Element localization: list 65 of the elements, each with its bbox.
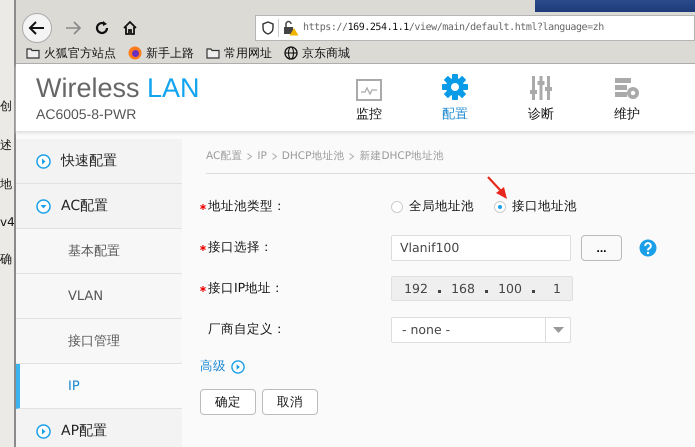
advanced-link[interactable]: 高级 — [200, 358, 245, 375]
chevron-right-icon — [272, 152, 277, 160]
back-arrow-icon — [28, 18, 46, 36]
folder-icon — [26, 47, 40, 59]
server-gear-icon — [614, 76, 640, 100]
sidebar-item[interactable]: 快速配置 — [16, 139, 182, 184]
field-label: 接口IP地址： — [200, 280, 391, 297]
forward-arrow-icon[interactable] — [64, 18, 82, 36]
caret-down-icon — [552, 326, 564, 332]
folder-icon — [206, 47, 220, 59]
window-text-fragment: 创 — [0, 98, 13, 115]
bookmark-item[interactable]: 火狐官方站点 — [26, 44, 116, 62]
form-button[interactable]: 确定 — [200, 389, 256, 415]
annotation-arrow-drawing — [487, 176, 509, 200]
ip-address-field[interactable]: 192 168 100 1 — [391, 276, 573, 301]
sidebar-subitem[interactable]: VLAN — [16, 274, 182, 319]
globe-icon — [284, 46, 298, 60]
radio-label: 接口地址池 — [512, 198, 577, 215]
window-text-fragment: v4 — [0, 215, 14, 229]
help-icon[interactable] — [639, 238, 657, 256]
breadcrumb-item: DHCP地址池 — [282, 149, 344, 163]
window-text-fragment: 确 — [0, 251, 13, 268]
interface-input-field[interactable]: Vlanif100 — [391, 234, 571, 260]
browser-logo-icon — [128, 46, 142, 60]
vendor-dropdown[interactable]: - none - — [391, 316, 571, 342]
sidebar-subitem[interactable]: 接口管理 — [16, 319, 182, 364]
chevron-right-icon — [247, 152, 252, 160]
window-text-fragment: 地 — [0, 176, 13, 193]
bookmark-item[interactable]: 常用网址 — [206, 44, 272, 62]
chevron-right-icon — [349, 152, 354, 160]
brand-logo: Wireless LAN — [36, 73, 201, 104]
sidebar-subitem[interactable]: 基本配置 — [16, 229, 182, 274]
lock-warning-icon — [283, 20, 299, 36]
radio-button[interactable] — [391, 200, 403, 212]
field-label: 地址池类型： — [200, 198, 391, 215]
nav-tab[interactable]: 诊断 — [498, 72, 584, 122]
radio-option[interactable]: 接口地址池 — [494, 198, 577, 215]
breadcrumb-item: AC配置 — [206, 149, 242, 163]
url-text: https://169.254.1.1/view/main/default.html?language=zh — [303, 22, 604, 33]
device-model: AC6005-8-PWR — [36, 106, 138, 122]
bookmark-item[interactable]: 京东商城 — [284, 44, 350, 62]
home-icon[interactable] — [122, 20, 138, 36]
nav-tab[interactable]: 维护 — [584, 72, 670, 122]
settings-icon — [441, 72, 469, 100]
address-bar[interactable]: https://169.254.1.1/view/main/default.html?language=zh — [255, 14, 695, 40]
sidebar-subitem[interactable]: IP — [16, 364, 182, 409]
monitor-icon — [356, 78, 382, 100]
sidebar-item[interactable]: AP配置 — [16, 409, 182, 447]
breadcrumb-item: IP — [257, 150, 267, 162]
nav-tab[interactable]: 监控 — [326, 72, 412, 122]
bookmark-item[interactable]: 新手上路 — [128, 44, 194, 62]
form-button[interactable]: 取消 — [262, 389, 318, 415]
radio-label: 全局地址池 — [409, 198, 474, 215]
nav-tab[interactable]: 配置 — [412, 72, 498, 122]
sliders-icon — [529, 74, 553, 100]
field-label: 厂商自定义： — [207, 321, 287, 338]
breadcrumb-item: 新建DHCP地址池 — [359, 149, 444, 163]
reload-icon[interactable] — [94, 20, 110, 36]
radio-button[interactable] — [494, 200, 506, 212]
shield-icon — [262, 20, 274, 34]
browse-button[interactable]: ... — [581, 234, 622, 260]
radio-option[interactable]: 全局地址池 — [391, 198, 474, 215]
field-label: 接口选择： — [200, 239, 391, 256]
back-button[interactable] — [22, 12, 52, 42]
window-text-fragment: 述 — [0, 137, 13, 154]
